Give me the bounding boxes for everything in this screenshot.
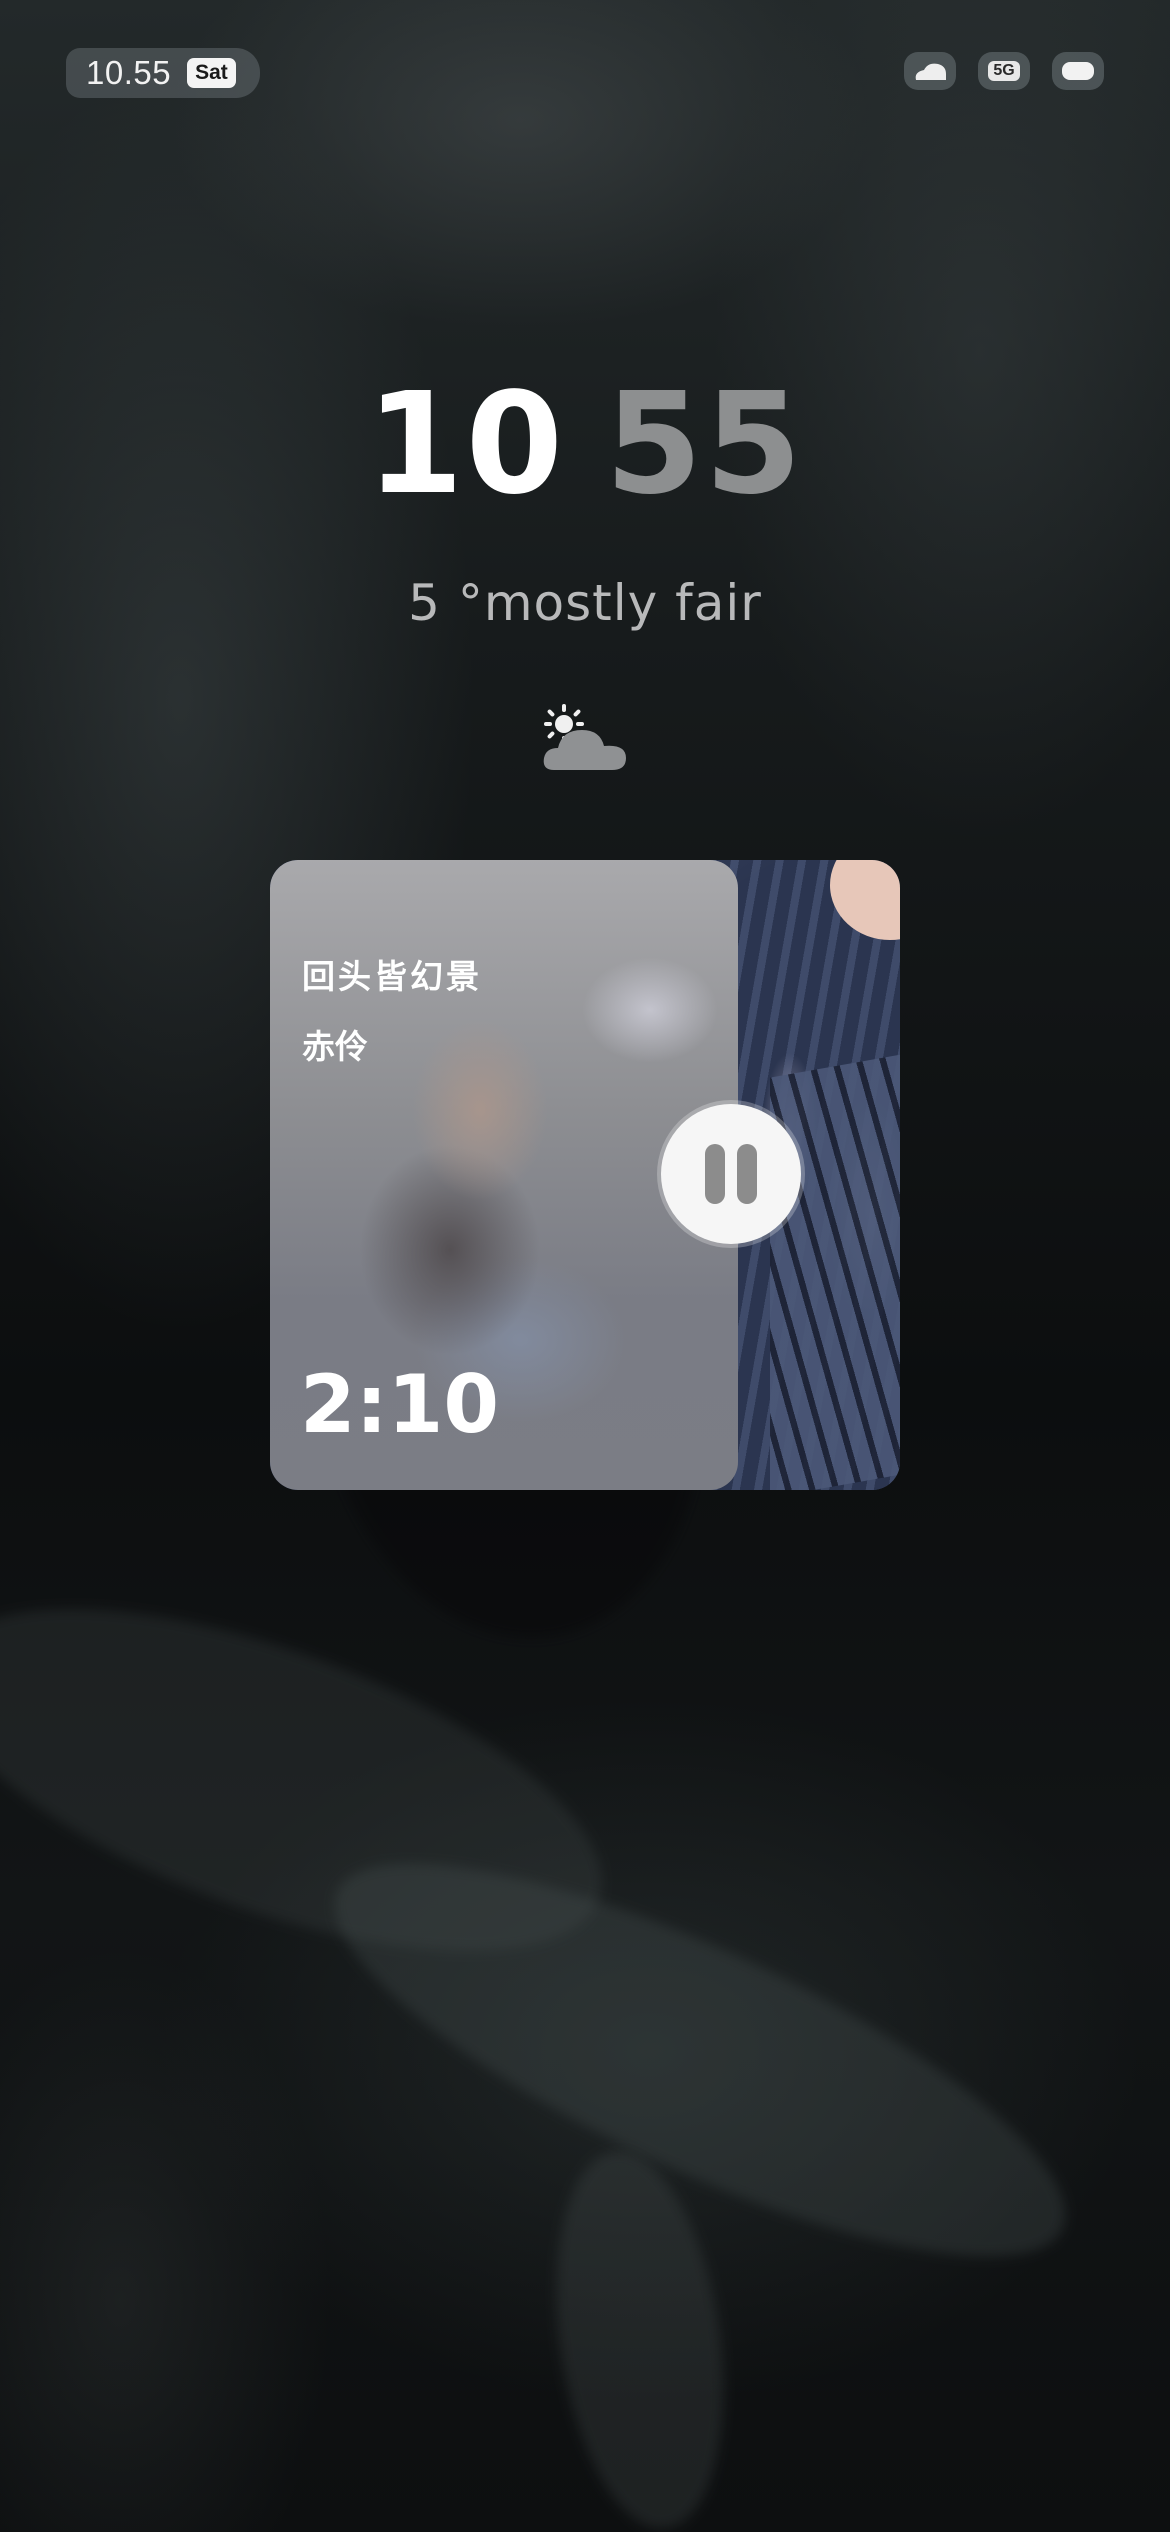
album-art-fan	[770, 1042, 900, 1490]
partly-cloudy-icon	[540, 700, 630, 772]
clock-hours: 10	[366, 363, 565, 526]
battery-icon	[1052, 52, 1104, 90]
clock-minutes: 55	[605, 363, 804, 526]
status-time-pill: 10.55 Sat	[66, 48, 260, 98]
cloud-icon	[904, 52, 956, 90]
pause-icon	[705, 1144, 757, 1204]
lockscreen-clock: 10 55	[0, 375, 1170, 515]
system-icons: 5G	[904, 52, 1104, 90]
artist-name: 赤伶	[302, 1027, 368, 1066]
5g-icon: 5G	[978, 52, 1030, 90]
album-art-detail	[830, 860, 900, 940]
day-badge: Sat	[187, 58, 236, 88]
song-title: 回头皆幻景	[302, 957, 482, 996]
status-bar: 10.55 Sat 5G	[0, 0, 1170, 140]
pause-button[interactable]	[661, 1104, 801, 1244]
network-label: 5G	[988, 61, 1020, 81]
track-duration: 2:10	[300, 1358, 499, 1451]
status-time: 10.55	[86, 54, 172, 91]
wallpaper-leaf	[534, 2140, 746, 2532]
weather-summary: 5 °mostly fair	[408, 574, 762, 632]
music-widget[interactable]: 回头皆幻景 赤伶 2:10	[270, 860, 900, 1490]
lock-screen: 10.55 Sat 5G 10 55 5 °mostly fair 回头皆幻景 …	[0, 0, 1170, 2532]
